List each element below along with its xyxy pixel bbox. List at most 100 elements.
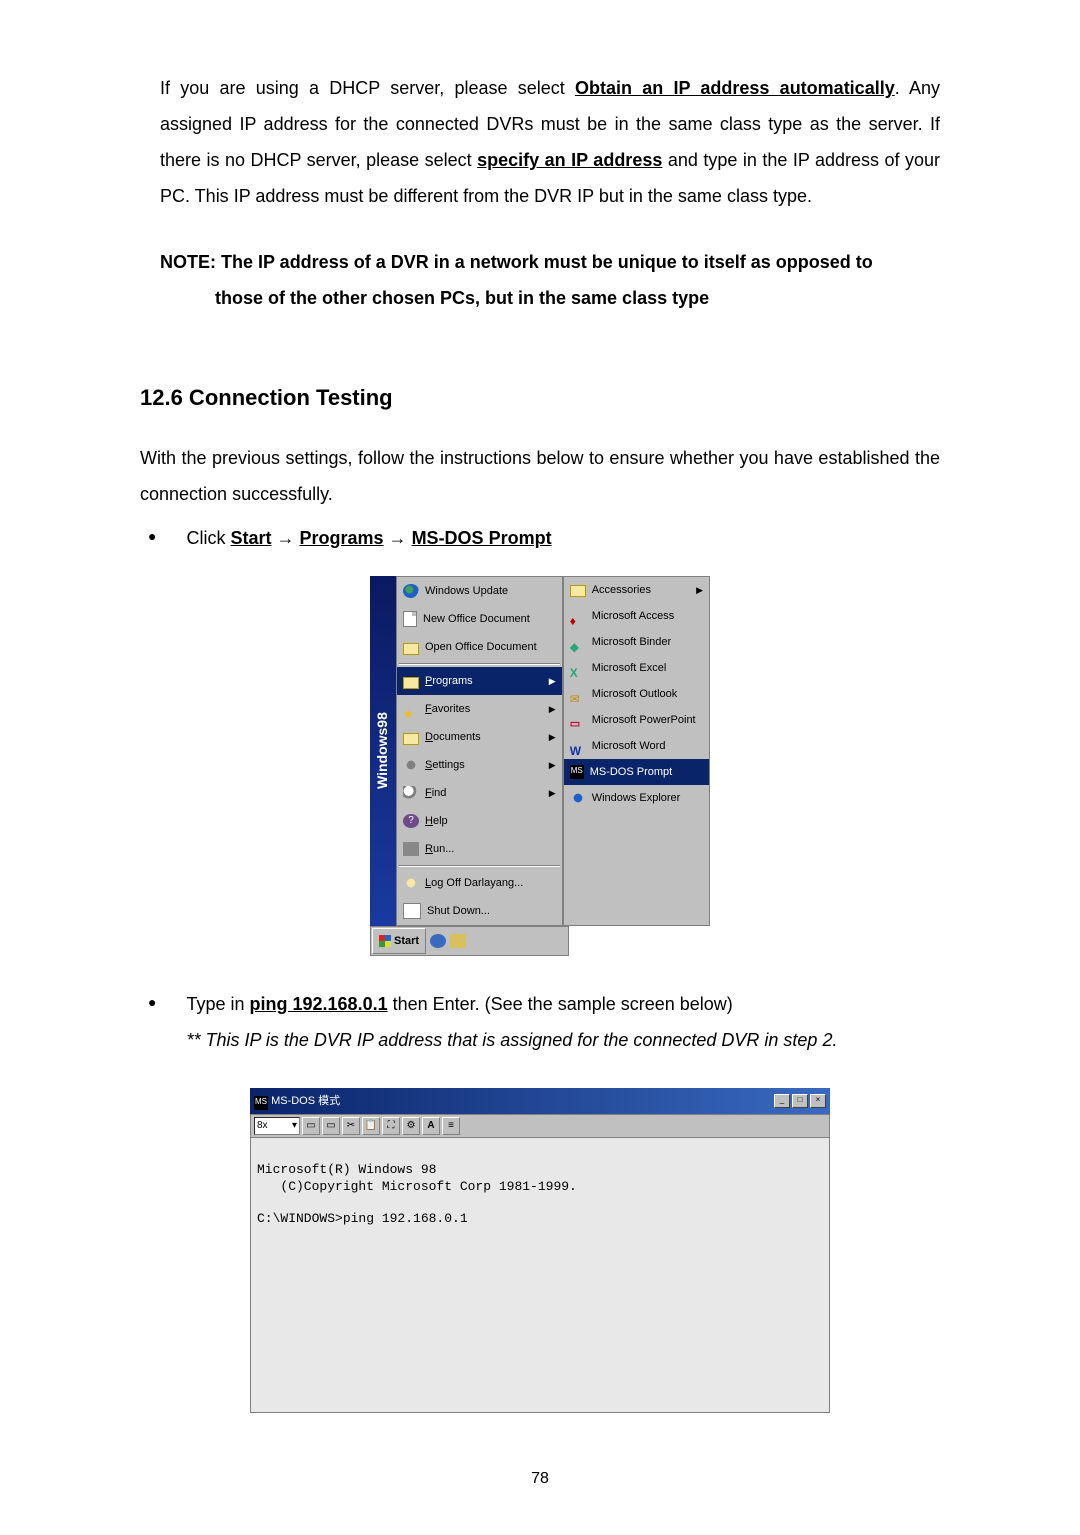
note-line2: those of the other chosen PCs, but in th… — [215, 280, 940, 316]
label: Microsoft Word — [592, 735, 666, 757]
label: Microsoft Outlook — [592, 683, 678, 705]
startmenu-item[interactable]: Run... — [397, 835, 562, 863]
font-select[interactable]: 8x▾ — [254, 1117, 300, 1135]
separator — [399, 865, 560, 867]
submenu-item[interactable]: Windows Explorer — [564, 785, 709, 811]
label: Windows Update — [425, 580, 508, 602]
minimize-button[interactable]: _ — [774, 1094, 790, 1108]
startmenu-item[interactable]: ★Favorites▶ — [397, 695, 562, 723]
bullet-type-ping: ● Type in ping 192.168.0.1 then Enter. (… — [140, 986, 940, 1058]
submenu-item-msdos[interactable]: MS MS-DOS Prompt — [564, 759, 709, 785]
label: Favorites — [425, 698, 470, 720]
dos-line: (C)Copyright Microsoft Corp 1981-1999. — [257, 1179, 577, 1194]
toolbar-button[interactable]: ≡ — [442, 1117, 460, 1135]
dos-titlebar: MS MS-DOS 模式 _ □ × — [250, 1088, 830, 1114]
toolbar-button[interactable]: ⛶ — [382, 1117, 400, 1135]
dos-terminal[interactable]: Microsoft(R) Windows 98 (C)Copyright Mic… — [250, 1138, 830, 1413]
separator — [399, 663, 560, 665]
word-icon: W — [570, 739, 586, 753]
toolbar-button[interactable]: ✂ — [342, 1117, 360, 1135]
label: Help — [425, 810, 448, 832]
shutdown-icon — [403, 903, 421, 919]
quicklaunch-desktop-icon[interactable] — [450, 934, 466, 948]
label: Windows Explorer — [592, 787, 681, 809]
label: Microsoft Binder — [592, 631, 671, 653]
find-icon — [403, 786, 419, 800]
settings-icon — [403, 758, 419, 772]
submenu-item[interactable]: ▭Microsoft PowerPoint — [564, 707, 709, 733]
startmenu-item[interactable]: Open Office Document — [397, 633, 562, 661]
explorer-icon — [570, 791, 586, 805]
label: Find — [425, 782, 446, 804]
startmenu-item[interactable]: Documents ▶ — [397, 723, 562, 751]
document-icon — [403, 611, 417, 627]
label: Shut Down... — [427, 900, 490, 922]
page-number: 78 — [140, 1463, 940, 1495]
label: Accessories — [592, 579, 651, 601]
chevron-right-icon: ▶ — [549, 728, 556, 746]
section-heading: 12.6 Connection Testing — [140, 376, 940, 420]
startmenu-item[interactable]: Log Off Darlayang... — [397, 869, 562, 897]
text: Type in — [186, 994, 249, 1014]
label: Start — [394, 930, 419, 952]
taskbar: Start — [370, 926, 569, 956]
kw-start: Start — [230, 528, 271, 548]
windows-icon — [379, 935, 391, 947]
documents-icon — [403, 733, 419, 745]
submenu-item[interactable]: ✉Microsoft Outlook — [564, 681, 709, 707]
kw-msdos: MS-DOS Prompt — [412, 528, 552, 548]
submenu-item[interactable]: Accessories▶ — [564, 577, 709, 603]
arrow-icon: → — [271, 528, 299, 548]
label: Settings — [425, 754, 465, 776]
open-icon — [403, 643, 419, 655]
ping-note: ** This IP is the DVR IP address that is… — [186, 1022, 837, 1058]
label: Log Off Darlayang... — [425, 872, 523, 894]
startmenu-item[interactable]: Find ▶ — [397, 779, 562, 807]
figure-start-menu: Windows98 Windows Update New Office Docu… — [370, 576, 710, 956]
toolbar-button[interactable]: A — [422, 1117, 440, 1135]
access-icon: ♦ — [570, 609, 586, 623]
label: MS-DOS Prompt — [590, 761, 673, 783]
start-button[interactable]: Start — [372, 928, 426, 954]
toolbar-button[interactable]: 📋 — [362, 1117, 380, 1135]
logoff-icon — [403, 876, 419, 890]
startmenu-item[interactable]: ?Help — [397, 807, 562, 835]
submenu-item[interactable]: XMicrosoft Excel — [564, 655, 709, 681]
text: Click — [186, 528, 230, 548]
startmenu-item[interactable]: New Office Document — [397, 605, 562, 633]
close-button[interactable]: × — [810, 1094, 826, 1108]
maximize-button[interactable]: □ — [792, 1094, 808, 1108]
label: Open Office Document — [425, 636, 537, 658]
programs-submenu: Accessories▶ ♦ Microsoft Access ◆Microsof… — [563, 576, 710, 926]
toolbar-button[interactable]: ⚙ — [402, 1117, 420, 1135]
label: Documents — [425, 726, 481, 748]
startmenu-item[interactable]: Settings▶ — [397, 751, 562, 779]
label: Programs — [425, 670, 473, 692]
chevron-right-icon: ▶ — [549, 672, 556, 690]
submenu-item[interactable]: ◆Microsoft Binder — [564, 629, 709, 655]
startmenu-item[interactable]: Windows Update — [397, 577, 562, 605]
toolbar-button[interactable]: ▭ — [322, 1117, 340, 1135]
startmenu-item-programs[interactable]: Programs ▶ — [397, 667, 562, 695]
bullet-icon: ● — [148, 520, 156, 554]
dos-line: C:\WINDOWS>ping 192.168.0.1 — [257, 1211, 468, 1226]
label: Microsoft Access — [592, 605, 675, 627]
startmenu-banner: Windows98 — [370, 576, 396, 926]
window-title: MS-DOS 模式 — [271, 1095, 340, 1107]
label: New Office Document — [423, 608, 530, 630]
startmenu-item[interactable]: Shut Down... — [397, 897, 562, 925]
submenu-item[interactable]: ♦ Microsoft Access — [564, 603, 709, 629]
msdos-icon: MS — [254, 1096, 268, 1110]
dos-toolbar: 8x▾ ▭ ▭ ✂ 📋 ⛶ ⚙ A ≡ — [250, 1114, 830, 1138]
text: then Enter. (See the sample screen below… — [388, 994, 733, 1014]
quicklaunch-ie-icon[interactable] — [430, 934, 446, 948]
msdos-icon: MS — [570, 765, 584, 779]
toolbar-button[interactable]: ▭ — [302, 1117, 320, 1135]
link-obtain-ip: Obtain an IP address automatically — [575, 78, 895, 98]
chevron-right-icon: ▶ — [549, 784, 556, 802]
kw-programs: Programs — [300, 528, 384, 548]
submenu-item[interactable]: W Microsoft Word — [564, 733, 709, 759]
figure-msdos-window: MS MS-DOS 模式 _ □ × 8x▾ ▭ ▭ ✂ 📋 ⛶ ⚙ A ≡ M… — [250, 1088, 830, 1413]
bullet-icon: ● — [148, 986, 156, 1020]
bullet-click-start: ● Click Start → Programs → MS-DOS Prompt — [140, 520, 940, 556]
